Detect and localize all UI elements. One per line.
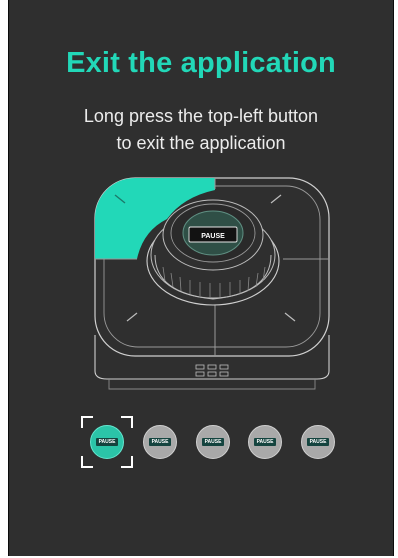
thumbnail-label-2: PAUSE (149, 438, 171, 446)
page-title: Exit the application (66, 47, 336, 79)
instruction-line-1: Long press the top-left button (83, 106, 319, 126)
thumbnail-label-1: PAUSE (96, 438, 118, 446)
center-screen-label: PAUSE (201, 233, 225, 240)
thumbnail-button-1[interactable]: PAUSE (90, 425, 124, 459)
thumbnail-button-5[interactable]: PAUSE (301, 425, 335, 459)
instruction-line-2: to exit the application (116, 133, 286, 153)
thumbnail-label-3: PAUSE (202, 438, 224, 446)
controller-illustration: PAUSE (85, 175, 339, 395)
thumbnail-label-4: PAUSE (254, 438, 276, 446)
button-thumbnail-strip: PAUSE PAUSE PAUSE PAUSE PAUSE (75, 414, 345, 470)
screen: Exit the application Long press the top-… (8, 0, 394, 556)
instruction-text: Long press the top-left button to exit t… (9, 103, 393, 157)
thumbnail-button-4[interactable]: PAUSE (248, 425, 282, 459)
thumbnail-button-3[interactable]: PAUSE (196, 425, 230, 459)
controller-base (94, 335, 330, 390)
thumbnail-button-2[interactable]: PAUSE (143, 425, 177, 459)
center-screen: PAUSE (188, 226, 238, 243)
thumbnail-label-5: PAUSE (307, 438, 329, 446)
